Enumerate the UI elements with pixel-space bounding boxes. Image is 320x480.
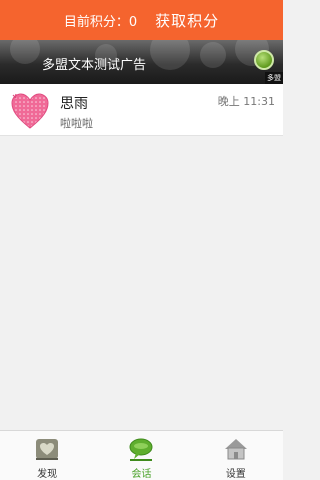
ad-logo-icon [254, 50, 274, 70]
tab-discover[interactable]: 发现 [0, 431, 94, 480]
top-bar: 目前积分：0 获取积分 [0, 0, 283, 40]
ad-brand-label: 多盟 [265, 72, 283, 84]
chat-bubble-icon [129, 438, 153, 461]
house-icon [224, 439, 247, 460]
tab-settings[interactable]: 设置 [189, 431, 283, 480]
tab-conversations-label: 会话 [131, 469, 152, 480]
tab-discover-label: 发现 [37, 469, 58, 480]
tab-conversations[interactable]: 会话 [94, 431, 188, 480]
message-time: 晚上 11:31 [217, 95, 275, 108]
bottom-tab-bar: 发现 会话 设置 [0, 430, 283, 480]
score-display: 目前积分：0 [63, 14, 138, 30]
heart-frame-icon [36, 439, 59, 460]
tab-settings-label: 设置 [225, 469, 246, 480]
ad-text: 多盟文本测试广告 [42, 58, 147, 73]
get-points-button[interactable]: 获取积分 [155, 10, 219, 31]
pink-heart-icon [11, 93, 49, 129]
contact-name: 思雨 [60, 96, 88, 112]
conversation-item[interactable]: 思雨 晚上 11:31 啦啦啦 [0, 84, 283, 136]
message-preview: 啦啦啦 [60, 117, 93, 130]
ad-banner[interactable]: 多盟文本测试广告 多盟 [0, 40, 283, 84]
